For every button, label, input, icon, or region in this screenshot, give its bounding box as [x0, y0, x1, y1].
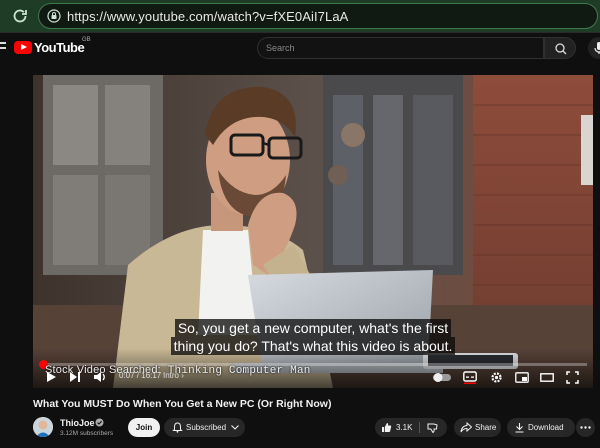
url-text[interactable]: https://www.youtube.com/watch?v=fXE0AiI7…	[67, 9, 348, 24]
miniplayer-icon[interactable]	[515, 372, 529, 383]
theater-icon[interactable]	[540, 373, 554, 382]
reload-icon[interactable]	[11, 7, 29, 25]
download-button[interactable]: Download	[507, 418, 575, 437]
fullscreen-icon[interactable]	[566, 371, 579, 384]
menu-icon[interactable]	[0, 42, 6, 54]
channel-name[interactable]: ThioJoe	[60, 418, 95, 428]
search-button[interactable]	[544, 37, 576, 59]
share-button[interactable]: Share	[454, 418, 501, 437]
search-input[interactable]	[258, 38, 543, 58]
avatar-image	[33, 417, 53, 437]
video-title: What You MUST Do When You Get a New PC (…	[33, 398, 332, 410]
youtube-masthead: YouTube GB	[0, 33, 600, 63]
settings-icon[interactable]	[490, 371, 503, 384]
youtube-logo-icon	[14, 41, 32, 54]
like-divider	[419, 422, 420, 433]
chapter-title[interactable]: Intro ›	[163, 371, 184, 380]
subtitles-icon[interactable]	[463, 371, 477, 384]
mic-icon	[594, 42, 600, 54]
download-icon	[515, 423, 524, 433]
subscriber-count: 3.12M subscribers	[60, 430, 114, 437]
video-player[interactable]: So, you get a new computer, what's the f…	[33, 75, 593, 388]
more-icon	[580, 426, 591, 429]
address-bar[interactable]: https://www.youtube.com/watch?v=fXE0AiI7…	[38, 3, 598, 29]
share-label: Share	[475, 423, 497, 432]
subscribed-button[interactable]: Subscribed	[164, 418, 245, 437]
caption-line-1: So, you get a new computer, what's the f…	[33, 319, 593, 338]
verified-icon	[95, 418, 104, 427]
subscribed-label: Subscribed	[186, 423, 227, 432]
channel-avatar[interactable]	[33, 417, 53, 437]
search-icon	[555, 43, 567, 55]
lock-icon[interactable]	[47, 9, 61, 23]
play-icon[interactable]	[45, 371, 57, 383]
watermark-value: Thinking Computer Man	[167, 365, 311, 377]
next-icon[interactable]	[69, 371, 81, 383]
join-button[interactable]: Join	[128, 418, 160, 437]
autoplay-toggle-icon[interactable]	[433, 373, 451, 382]
share-icon	[460, 422, 472, 433]
dislike-icon[interactable]	[427, 423, 438, 434]
time-display: 0:07 / 16:17	[119, 371, 162, 380]
like-dislike-group: 3.1K	[375, 418, 447, 437]
bell-icon	[172, 422, 183, 433]
region-code: GB	[82, 37, 91, 43]
more-actions-button[interactable]	[576, 418, 595, 437]
like-count[interactable]: 3.1K	[396, 418, 412, 437]
youtube-logo-text: YouTube	[34, 40, 85, 55]
search-box	[257, 37, 544, 59]
volume-icon[interactable]	[93, 371, 107, 383]
chevron-down-icon	[231, 425, 239, 430]
voice-search-button[interactable]	[588, 37, 600, 59]
browser-toolbar: https://www.youtube.com/watch?v=fXE0AiI7…	[0, 0, 600, 33]
download-label: Download	[528, 423, 564, 432]
like-icon[interactable]	[381, 422, 392, 433]
